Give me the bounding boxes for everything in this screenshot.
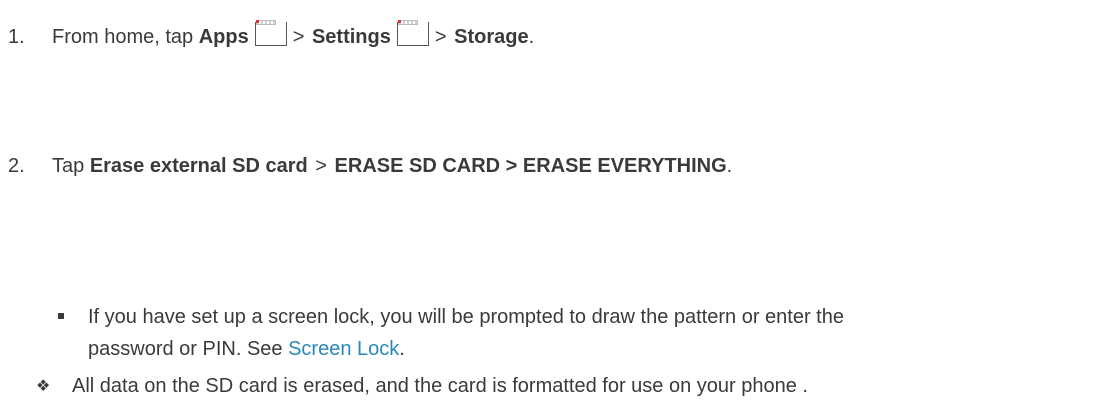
step-number: 2.: [8, 155, 25, 177]
note-line-2: password or PIN. See Screen Lock.: [88, 337, 405, 361]
apps-icon: [254, 20, 287, 46]
note-line-1: If you have set up a screen lock, you wi…: [58, 305, 844, 329]
separator: >: [292, 26, 305, 48]
result-text: All data on the SD card is erased, and t…: [72, 375, 808, 397]
erase-external-label: Erase external SD card: [89, 155, 308, 177]
settings-label: Settings: [311, 26, 391, 48]
period: .: [399, 338, 405, 360]
period: .: [528, 26, 535, 48]
broken-image-icon: [397, 20, 418, 25]
erase-buttons-label: ERASE SD CARD > ERASE EVERYTHING: [334, 155, 727, 177]
step-1: 1. From home, tap Apps > Settings > Storage…: [0, 20, 535, 49]
step-number: 1.: [8, 26, 25, 48]
storage-label: Storage: [454, 26, 529, 48]
period: .: [726, 155, 733, 177]
settings-icon: [396, 20, 429, 46]
note-text: If you have set up a screen lock, you wi…: [88, 306, 844, 328]
broken-image-icon: [255, 20, 276, 25]
separator: >: [315, 155, 327, 177]
step-text: From home, tap: [52, 26, 199, 48]
result-line: ❖ All data on the SD card is erased, and …: [36, 374, 808, 399]
step-2: 2. Tap Erase external SD card > ERASE SD …: [0, 154, 732, 178]
separator: >: [434, 26, 447, 48]
step-text: Tap: [52, 155, 90, 177]
square-bullet-icon: [58, 313, 64, 319]
screen-lock-link[interactable]: Screen Lock: [288, 338, 399, 360]
diamond-bullet-icon: ❖: [36, 378, 51, 395]
apps-label: Apps: [198, 26, 249, 48]
note-text-cont: password or PIN. See: [88, 338, 289, 360]
